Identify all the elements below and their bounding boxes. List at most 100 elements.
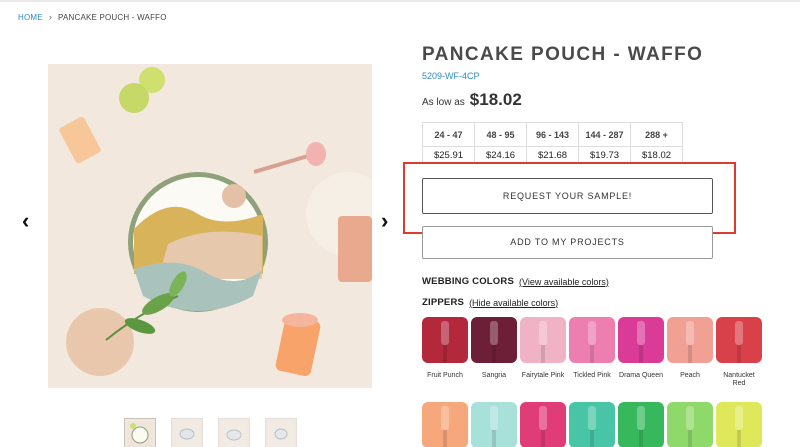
zipper-swatch[interactable]: Peach [667,317,713,402]
zipper-swatch[interactable] [422,402,468,447]
zipper-swatch[interactable]: Drama Queen [618,317,664,402]
zipper-teeth-icon [590,430,594,447]
zipper-swatch[interactable]: Fruit Punch [422,317,468,402]
zipper-swatch[interactable] [471,402,517,447]
top-divider [0,0,800,2]
zipper-swatch[interactable] [716,402,762,447]
lowest-price: $18.02 [469,90,522,109]
zipper-pull-icon [686,321,694,345]
product-main-image [48,64,372,388]
hide-colors-link[interactable]: (Hide available colors) [469,298,558,308]
zipper-pull-icon [539,406,547,430]
zipper-pull-icon [490,406,498,430]
zipper-teeth-icon [737,430,741,447]
zipper-pull-icon [686,406,694,430]
qty-tier-price: $19.73 [578,146,631,164]
thumbnail-strip [124,418,297,447]
breadcrumb: HOME › PANCAKE POUCH - WAFFO [18,12,167,22]
zipper-teeth-icon [443,345,447,363]
product-sku[interactable]: 5209-WF-4CP [422,71,480,81]
zipper-color-chip[interactable] [618,402,664,447]
zipper-color-chip[interactable] [520,317,566,363]
price-summary: As low as $18.02 [422,90,522,110]
carousel-next-icon[interactable]: › [381,210,388,232]
qty-tier-header: 144 - 287 [578,122,631,147]
thumbnail-1[interactable] [124,418,156,447]
zipper-teeth-icon [639,345,643,363]
product-title: PANCAKE POUCH - WAFFO [422,44,704,65]
zipper-color-chip[interactable] [520,402,566,447]
zipper-color-name: Drama Queen [619,372,663,379]
zipper-color-name: Sangria [481,372,507,379]
zipper-color-chip[interactable] [471,317,517,363]
zipper-pull-icon [441,321,449,345]
request-sample-button[interactable]: REQUEST YOUR SAMPLE! [422,178,713,214]
zippers-label: ZIPPERS [422,297,465,308]
zipper-teeth-icon [688,430,692,447]
thumbnail-2[interactable] [171,418,203,447]
zipper-color-chip[interactable] [667,317,713,363]
qty-tier-price: $25.91 [422,146,475,164]
qty-tier-header: 48 - 95 [474,122,527,147]
zipper-teeth-icon [492,430,496,447]
chevron-right-icon: › [48,12,53,22]
zipper-teeth-icon [639,430,643,447]
qty-tier-price: $24.16 [474,146,527,164]
webbing-colors-row: WEBBING COLORS (View available colors) [422,276,609,287]
zipper-pull-icon [441,406,449,430]
zipper-color-chip[interactable] [422,402,468,447]
zipper-teeth-icon [737,345,741,363]
zipper-color-chip[interactable] [471,402,517,447]
qty-tier-price: $21.68 [526,146,579,164]
zipper-color-chip[interactable] [716,402,762,447]
zipper-teeth-icon [590,345,594,363]
carousel-prev-icon[interactable]: ‹ [22,210,29,232]
zipper-pull-icon [637,406,645,430]
zipper-color-chip[interactable] [569,317,615,363]
zipper-teeth-icon [492,345,496,363]
zipper-color-chip[interactable] [422,317,468,363]
zipper-teeth-icon [688,345,692,363]
zipper-color-name: Fruit Punch [427,372,463,379]
thumbnail-4[interactable] [265,418,297,447]
zipper-pull-icon [735,321,743,345]
zipper-swatch[interactable] [569,402,615,447]
zipper-color-name: Nantucket Red [723,372,755,387]
quantity-price-table: 24 - 47 48 - 95 96 - 143 144 - 287 288 +… [422,122,683,164]
zipper-pull-icon [588,406,596,430]
zipper-color-chip[interactable] [667,402,713,447]
zipper-teeth-icon [541,345,545,363]
zippers-row: ZIPPERS (Hide available colors) [422,297,558,308]
as-low-as-label: As low as [422,97,465,108]
zipper-pull-icon [588,321,596,345]
zipper-pull-icon [735,406,743,430]
zipper-color-name: Tickled Pink [573,372,611,379]
add-to-projects-button[interactable]: ADD TO MY PROJECTS [422,226,713,259]
zipper-swatch[interactable] [618,402,664,447]
breadcrumb-current: PANCAKE POUCH - WAFFO [58,12,167,22]
webbing-colors-label: WEBBING COLORS [422,276,514,287]
zipper-teeth-icon [443,430,447,447]
zipper-swatch[interactable] [520,402,566,447]
zipper-swatch[interactable]: Fairytale Pink [520,317,566,402]
zipper-swatch[interactable]: Sangria [471,317,517,402]
zipper-swatch-grid: Fruit Punch Sangria Fairytale Pink Tickled … [422,317,762,447]
zipper-pull-icon [539,321,547,345]
qty-tier-header: 288 + [630,122,683,147]
thumbnail-3[interactable] [218,418,250,447]
zipper-pull-icon [490,321,498,345]
zipper-teeth-icon [541,430,545,447]
zipper-color-name: Fairytale Pink [521,372,565,379]
view-colors-link[interactable]: (View available colors) [519,277,609,287]
zipper-color-name: Peach [680,372,700,379]
qty-tier-header: 24 - 47 [422,122,475,147]
zipper-swatch[interactable]: Tickled Pink [569,317,615,402]
zipper-pull-icon [637,321,645,345]
breadcrumb-home-link[interactable]: HOME [18,13,43,22]
zipper-swatch[interactable] [667,402,713,447]
zipper-color-chip[interactable] [618,317,664,363]
zipper-color-chip[interactable] [569,402,615,447]
zipper-swatch[interactable]: Nantucket Red [716,317,762,402]
qty-tier-price: $18.02 [630,146,683,164]
zipper-color-chip[interactable] [716,317,762,363]
